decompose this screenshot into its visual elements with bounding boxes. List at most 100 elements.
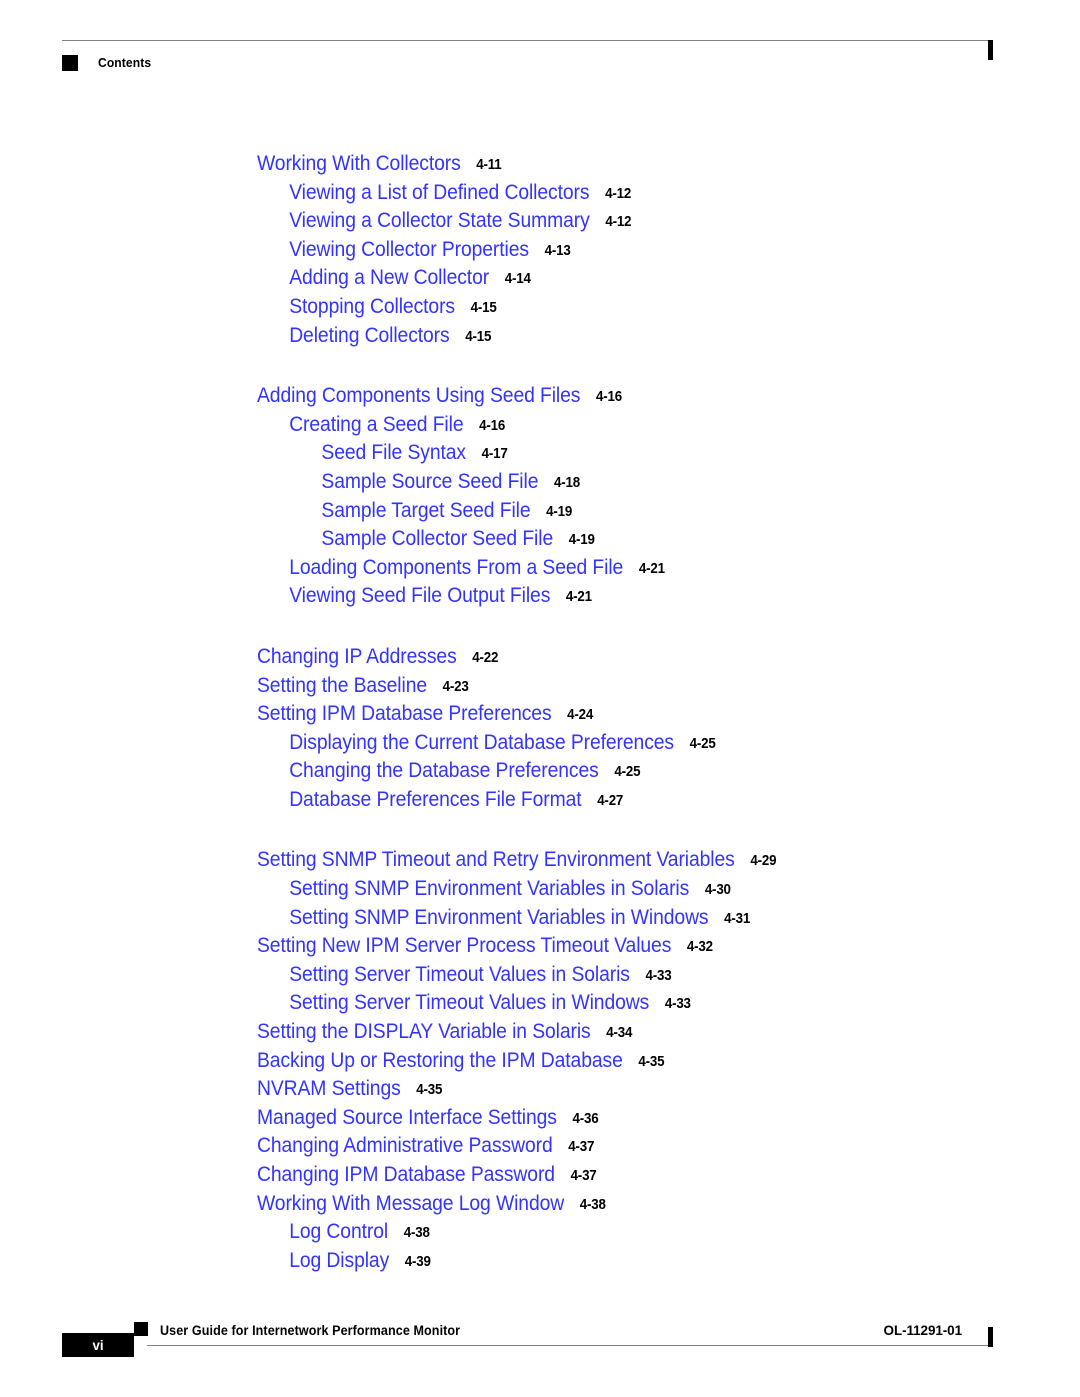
toc-entry[interactable]: Setting the DISPLAY Variable in Solaris 4…	[257, 1020, 956, 1049]
toc-entry-title[interactable]: Backing Up or Restoring the IPM Database	[257, 1049, 623, 1073]
toc-entry[interactable]: Setting New IPM Server Process Timeout V…	[257, 934, 956, 963]
toc-entry-page-number: 4-17	[481, 446, 508, 463]
toc-entry-title[interactable]: Adding Components Using Seed Files	[257, 384, 580, 408]
toc-entry[interactable]: Setting Server Timeout Values in Solaris…	[257, 963, 956, 992]
toc-entry-title[interactable]: Database Preferences File Format	[289, 788, 581, 812]
toc-entry[interactable]: Setting SNMP Timeout and Retry Environme…	[257, 848, 956, 877]
toc-entry-page-number: 4-21	[638, 560, 665, 577]
toc-entry-title[interactable]: Seed File Syntax	[321, 441, 466, 465]
toc-entry-title[interactable]: Setting IPM Database Preferences	[257, 702, 552, 726]
black-square-icon	[62, 55, 78, 71]
toc-entry-title[interactable]: Setting SNMP Environment Variables in Wi…	[289, 906, 708, 930]
toc-entry-page-number: 4-33	[664, 996, 691, 1013]
toc-entry-title[interactable]: Changing the Database Preferences	[289, 759, 599, 783]
toc-entry-title[interactable]: Stopping Collectors	[289, 295, 455, 319]
toc-entry[interactable]: Sample Collector Seed File 4-19	[257, 527, 956, 556]
toc-entry[interactable]: Setting the Baseline 4-23	[257, 674, 956, 703]
toc-entry[interactable]: Sample Target Seed File 4-19	[257, 499, 956, 528]
header-end-marker-icon	[988, 40, 993, 60]
toc-entry-title[interactable]: Setting SNMP Timeout and Retry Environme…	[257, 848, 735, 872]
toc-entry[interactable]: Changing IPM Database Password 4-37	[257, 1163, 956, 1192]
toc-entry[interactable]: Log Control 4-38	[257, 1220, 956, 1249]
toc-entry[interactable]: Viewing Seed File Output Files 4-21	[257, 584, 956, 613]
toc-entry-title[interactable]: Displaying the Current Database Preferen…	[289, 731, 674, 755]
toc-entry-page-number: 4-37	[568, 1139, 595, 1156]
toc-entry-title[interactable]: Setting Server Timeout Values in Windows	[289, 991, 649, 1015]
toc-entry[interactable]: Changing Administrative Password 4-37	[257, 1134, 956, 1163]
toc-entry-title[interactable]: Deleting Collectors	[289, 324, 450, 348]
toc-entry[interactable]: Sample Source Seed File 4-18	[257, 470, 956, 499]
toc-entry-page-number: 4-31	[724, 910, 751, 927]
toc-entry-title[interactable]: Working With Collectors	[257, 152, 461, 176]
toc-entry-title[interactable]: Viewing a List of Defined Collectors	[289, 181, 589, 205]
toc-entry-page-number: 4-24	[567, 707, 594, 724]
toc-entry-title[interactable]: Viewing Collector Properties	[289, 238, 529, 262]
toc-entry-title[interactable]: Changing IPM Database Password	[257, 1163, 555, 1187]
toc-entry[interactable]: Setting IPM Database Preferences 4-24	[257, 702, 956, 731]
toc-entry[interactable]: NVRAM Settings 4-35	[257, 1077, 956, 1106]
toc-entry-page-number: 4-36	[572, 1110, 599, 1127]
toc-entry[interactable]: Viewing a Collector State Summary 4-12	[257, 209, 956, 238]
footer-document-id: OL-11291-01	[883, 1323, 963, 1338]
toc-entry-title[interactable]: Viewing Seed File Output Files	[289, 584, 550, 608]
toc-entry-title[interactable]: Creating a Seed File	[289, 413, 463, 437]
toc-entry-title[interactable]: Setting New IPM Server Process Timeout V…	[257, 934, 671, 958]
toc-entry-page-number: 4-21	[565, 589, 592, 606]
toc-entry-title[interactable]: NVRAM Settings	[257, 1077, 401, 1101]
toc-entry-title[interactable]: Loading Components From a Seed File	[289, 556, 623, 580]
toc-entry[interactable]: Database Preferences File Format 4-27	[257, 788, 956, 817]
toc-entry-title[interactable]: Working With Message Log Window	[257, 1192, 564, 1216]
toc-entry-page-number: 4-38	[403, 1225, 430, 1242]
toc-entry-page-number: 4-23	[442, 678, 469, 695]
toc-entry[interactable]: Deleting Collectors 4-15	[257, 324, 956, 353]
header-title: Contents	[98, 55, 152, 70]
toc-entry[interactable]: Setting SNMP Environment Variables in Wi…	[257, 906, 956, 935]
toc-entry-title[interactable]: Adding a New Collector	[289, 266, 489, 290]
toc-entry[interactable]: Managed Source Interface Settings 4-36	[257, 1106, 956, 1135]
toc-entry[interactable]: Working With Collectors 4-11	[257, 152, 956, 181]
toc-entry-title[interactable]: Setting Server Timeout Values in Solaris	[289, 963, 630, 987]
toc-entry[interactable]: Working With Message Log Window 4-38	[257, 1192, 956, 1221]
toc-entry-page-number: 4-25	[614, 764, 641, 781]
toc-entry[interactable]: Backing Up or Restoring the IPM Database…	[257, 1049, 956, 1078]
toc-entry-page-number: 4-25	[689, 735, 716, 752]
table-of-contents: Working With Collectors 4-11 Viewing a Lis…	[257, 152, 1017, 1277]
toc-entry[interactable]: Adding a New Collector 4-14	[257, 266, 956, 295]
toc-entry[interactable]: Viewing Collector Properties 4-13	[257, 238, 956, 267]
toc-entry-title[interactable]: Sample Collector Seed File	[321, 527, 553, 551]
toc-entry-title[interactable]: Changing IP Addresses	[257, 645, 457, 669]
toc-entry[interactable]: Loading Components From a Seed File 4-21	[257, 556, 956, 585]
toc-entry-title[interactable]: Log Display	[289, 1249, 389, 1273]
toc-entry-title[interactable]: Managed Source Interface Settings	[257, 1106, 557, 1130]
toc-entry-title[interactable]: Sample Source Seed File	[321, 470, 538, 494]
toc-entry-page-number: 4-29	[750, 853, 777, 870]
toc-entry[interactable]: Viewing a List of Defined Collectors 4-12	[257, 181, 956, 210]
toc-entry-page-number: 4-14	[504, 271, 531, 288]
toc-entry[interactable]: Setting Server Timeout Values in Windows…	[257, 991, 956, 1020]
toc-entry-title[interactable]: Viewing a Collector State Summary	[289, 209, 590, 233]
toc-entry-page-number: 4-34	[606, 1025, 633, 1042]
toc-entry[interactable]: Creating a Seed File 4-16	[257, 413, 956, 442]
toc-entry-title[interactable]: Changing Administrative Password	[257, 1134, 553, 1158]
toc-entry-title[interactable]: Log Control	[289, 1220, 388, 1244]
toc-entry-title[interactable]: Setting the Baseline	[257, 674, 427, 698]
toc-entry[interactable]: Displaying the Current Database Preferen…	[257, 731, 956, 760]
toc-entry[interactable]: Setting SNMP Environment Variables in So…	[257, 877, 956, 906]
toc-entry[interactable]: Stopping Collectors 4-15	[257, 295, 956, 324]
footer-end-marker-icon	[988, 1327, 993, 1347]
toc-entry-title[interactable]: Sample Target Seed File	[321, 499, 530, 523]
toc-entry-page-number: 4-27	[597, 792, 624, 809]
toc-entry[interactable]: Seed File Syntax 4-17	[257, 441, 956, 470]
toc-entry-title[interactable]: Setting SNMP Environment Variables in So…	[289, 877, 689, 901]
toc-entry-page-number: 4-39	[404, 1253, 431, 1270]
toc-entry-page-number: 4-30	[704, 882, 731, 899]
toc-entry-page-number: 4-13	[544, 242, 571, 259]
toc-entry-title[interactable]: Setting the DISPLAY Variable in Solaris	[257, 1020, 591, 1044]
toc-entry-page-number: 4-19	[546, 503, 573, 520]
toc-entry[interactable]: Changing the Database Preferences 4-25	[257, 759, 956, 788]
toc-entry[interactable]: Log Display 4-39	[257, 1249, 956, 1278]
toc-entry-page-number: 4-19	[568, 532, 595, 549]
toc-entry[interactable]: Changing IP Addresses 4-22	[257, 645, 956, 674]
toc-entry-page-number: 4-11	[476, 157, 502, 173]
toc-entry[interactable]: Adding Components Using Seed Files 4-16	[257, 384, 956, 413]
